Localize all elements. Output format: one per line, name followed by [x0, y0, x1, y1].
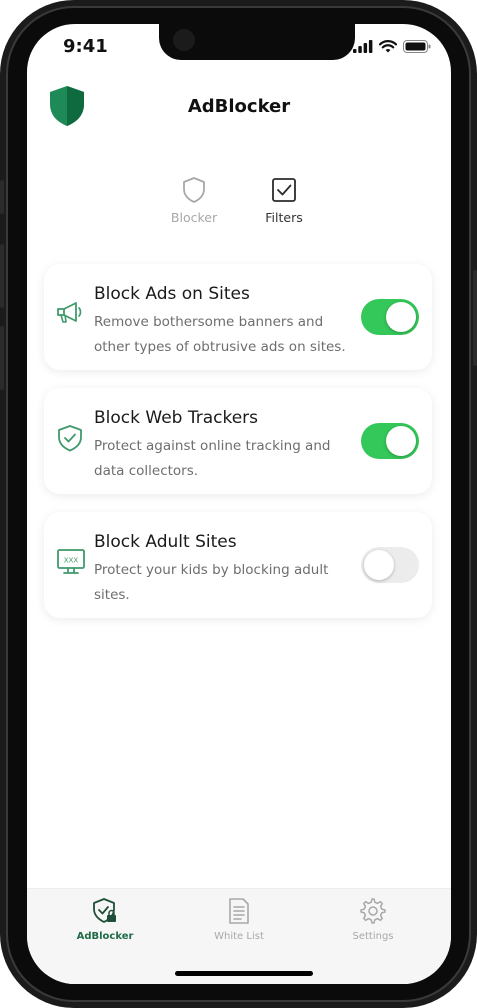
wifi-icon	[379, 40, 397, 53]
card-title: Block Web Trackers	[94, 408, 259, 428]
bottom-tab-bar: AdBlocker White List Settings	[27, 888, 451, 984]
card-description: Protect your kids by blocking adult site…	[94, 558, 356, 608]
card-description-line: data collectors.	[94, 463, 199, 479]
card-title: Block Adult Sites	[94, 532, 237, 552]
toggle-knob	[364, 550, 394, 580]
card-description-line: sites.	[94, 587, 130, 603]
filter-card-ads: Block Ads on Sites Remove bothersome ban…	[44, 264, 432, 370]
tab-white-list[interactable]: White List	[189, 897, 289, 942]
side-button-volume-up	[0, 244, 4, 308]
gear-icon	[360, 898, 386, 924]
status-icons	[353, 40, 431, 53]
side-button-volume-down	[0, 326, 4, 390]
document-list-icon	[229, 898, 249, 924]
tab-settings-label: Settings	[352, 931, 394, 942]
tab-adblocker-label: AdBlocker	[76, 931, 134, 942]
monitor-xxx-icon: XXX	[56, 548, 86, 580]
phone-frame: 9:41 AdBlocker Blocker Filters Block Ads…	[0, 0, 477, 1008]
filter-card-adult: XXX Block Adult Sites Protect your kids …	[44, 512, 432, 618]
tab-filters[interactable]: Filters	[249, 176, 319, 225]
filter-card-trackers: Block Web Trackers Protect against onlin…	[44, 388, 432, 494]
side-button-power	[473, 270, 477, 366]
tab-white-list-label: White List	[214, 931, 264, 942]
tab-settings[interactable]: Settings	[323, 897, 423, 942]
side-button-silent	[0, 180, 4, 214]
screen: 9:41 AdBlocker Blocker Filters Block Ads…	[27, 24, 451, 984]
toggle-block-adult[interactable]	[361, 547, 419, 583]
checkbox-icon	[272, 178, 296, 202]
card-title: Block Ads on Sites	[94, 284, 250, 304]
home-indicator	[175, 971, 313, 976]
toggle-knob	[386, 426, 416, 456]
app-header: AdBlocker	[27, 82, 451, 132]
toggle-knob	[386, 302, 416, 332]
tab-blocker-label: Blocker	[170, 210, 218, 225]
tab-filters-label: Filters	[265, 210, 303, 225]
front-camera	[173, 29, 195, 51]
card-description: Remove bothersome banners and other type…	[94, 310, 356, 360]
card-description-line: other types of obtrusive ads on sites.	[94, 339, 346, 355]
status-time: 9:41	[63, 36, 108, 57]
cellular-signal-icon	[353, 40, 373, 53]
card-description-line: Protect against online tracking and	[94, 438, 331, 454]
tab-adblocker[interactable]: AdBlocker	[55, 897, 155, 942]
notch	[159, 24, 355, 60]
card-description-line: Remove bothersome banners and	[94, 314, 324, 330]
card-description-line: Protect your kids by blocking adult	[94, 562, 329, 578]
toggle-block-ads[interactable]	[361, 299, 419, 335]
app-title: AdBlocker	[187, 96, 291, 117]
battery-icon	[403, 40, 431, 53]
monitor-xxx-label: XXX	[64, 557, 79, 565]
shield-outline-icon	[183, 177, 205, 203]
megaphone-icon	[56, 300, 84, 330]
card-description: Protect against online tracking and data…	[94, 434, 356, 484]
tab-blocker[interactable]: Blocker	[159, 176, 229, 225]
shield-lock-icon	[93, 898, 116, 923]
toggle-block-trackers[interactable]	[361, 423, 419, 459]
shield-check-icon	[56, 424, 84, 456]
